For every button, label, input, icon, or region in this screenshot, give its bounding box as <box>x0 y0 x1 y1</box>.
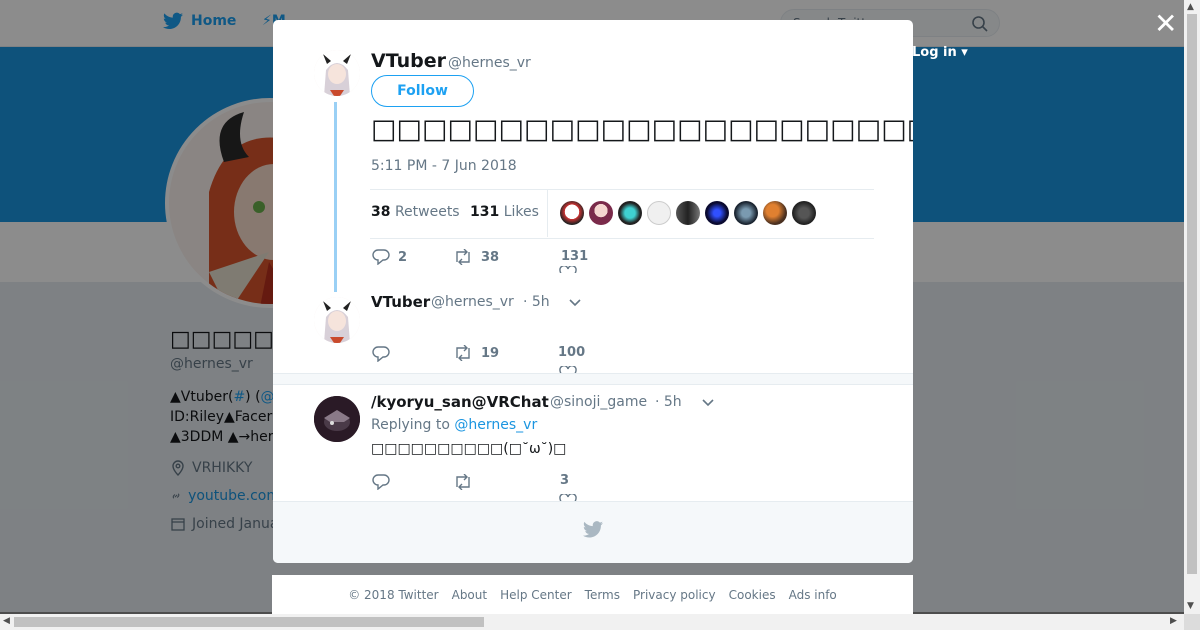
tweet-author-name[interactable]: VTuber <box>371 293 430 311</box>
retweet-action[interactable]: 38 <box>453 249 499 265</box>
like-count: 131 <box>561 249 589 264</box>
retweet-icon <box>456 474 470 490</box>
likes-stat[interactable]: 131 Likes <box>470 204 539 220</box>
login-link[interactable]: Log in ▾ <box>912 45 968 60</box>
reply-count: 2 <box>398 249 408 265</box>
liker-avatar[interactable] <box>763 201 787 225</box>
tweet-timestamp[interactable]: 5:11 PM - 7 Jun 2018 <box>371 158 517 174</box>
footer-link-ads-info[interactable]: Ads info <box>789 588 837 602</box>
horizontal-scrollbar-thumb[interactable] <box>14 617 484 627</box>
retweets-count: 38 <box>371 204 391 220</box>
thread-connector-line <box>334 102 337 292</box>
tweet-author-handle[interactable]: @sinoji_game <box>550 394 647 410</box>
retweet-action[interactable] <box>453 474 481 490</box>
like-count: 100 <box>558 345 586 360</box>
tweet-author-name[interactable]: VTuber <box>371 50 446 72</box>
replying-to-link[interactable]: @hernes_vr <box>454 417 537 433</box>
like-count: 3 <box>560 473 570 488</box>
tweet-author-avatar[interactable] <box>314 50 360 96</box>
retweet-count: 19 <box>481 345 500 361</box>
tweet-time[interactable]: · 5h <box>523 294 550 310</box>
reply-icon <box>372 346 390 362</box>
tweet-text: □□□□□□□□□□(□˘ω˘)□ <box>371 441 567 457</box>
footer-link-cookies[interactable]: Cookies <box>729 588 776 602</box>
close-modal-icon[interactable]: ✕ <box>1154 10 1177 38</box>
horizontal-scrollbar[interactable]: ◀ ▶ <box>0 614 1184 630</box>
tweet-modal: VTuber @hernes_vr Follow □□□□□□□□□□□□□□□… <box>273 20 913 563</box>
liker-avatar[interactable] <box>589 201 613 225</box>
retweets-label: Retweets <box>394 204 460 220</box>
scroll-left-arrow-icon[interactable]: ◀ <box>3 616 10 626</box>
liker-avatar[interactable] <box>560 201 584 225</box>
liker-avatars <box>560 201 816 225</box>
reply-action[interactable]: 2 <box>372 249 407 265</box>
avatar-illustration <box>314 396 360 442</box>
retweet-icon <box>456 249 470 265</box>
tweet-author-handle[interactable]: @hernes_vr <box>431 294 514 310</box>
reply-action[interactable] <box>372 346 398 362</box>
tweet-author-avatar[interactable] <box>314 396 360 442</box>
footer-links: © 2018 Twitter About Help Center Terms P… <box>272 575 913 614</box>
footer-link-help-center[interactable]: Help Center <box>500 588 572 602</box>
likes-count: 131 <box>470 204 500 220</box>
liker-avatar[interactable] <box>792 201 816 225</box>
retweet-icon <box>456 345 470 361</box>
modal-footer <box>273 501 913 563</box>
reply-icon <box>372 249 390 265</box>
liker-avatar[interactable] <box>676 201 700 225</box>
scroll-down-arrow-icon[interactable]: ▼ <box>1187 601 1194 611</box>
stats-divider <box>547 190 548 237</box>
footer-link-terms[interactable]: Terms <box>585 588 620 602</box>
retweet-count: 38 <box>481 249 500 265</box>
retweet-action[interactable]: 19 <box>453 345 499 361</box>
footer-copyright: © 2018 Twitter <box>348 587 439 602</box>
twitter-bird-icon <box>583 521 603 538</box>
vertical-scrollbar-thumb[interactable] <box>1187 14 1197 574</box>
retweets-stat[interactable]: 38 Retweets <box>371 204 460 220</box>
avatar-illustration <box>314 297 360 343</box>
footer-link-about[interactable]: About <box>452 588 487 602</box>
replying-prefix: Replying to <box>371 417 450 433</box>
avatar-illustration <box>314 50 360 96</box>
likes-label: Likes <box>503 204 539 220</box>
tweet-author-avatar[interactable] <box>314 297 360 343</box>
tweet-stats: 38 Retweets 131 Likes <box>370 189 874 239</box>
follow-button[interactable]: Follow <box>371 75 474 107</box>
tweet-text: □□□□□□□□□□□□□□□□□□□□□□□□□□□□□□□□□□□□□□□□… <box>371 114 913 145</box>
reply-action[interactable] <box>372 474 398 490</box>
thread-separator <box>273 373 913 385</box>
scrollbar-corner <box>1184 614 1200 630</box>
scroll-up-arrow-icon[interactable]: ▲ <box>1187 2 1194 12</box>
chevron-down-icon[interactable] <box>569 299 581 307</box>
liker-avatar[interactable] <box>705 201 729 225</box>
liker-avatar[interactable] <box>734 201 758 225</box>
replying-to: Replying to @hernes_vr <box>371 417 537 433</box>
tweet-author-handle[interactable]: @hernes_vr <box>448 55 531 71</box>
liker-avatar[interactable] <box>647 201 671 225</box>
tweet-time[interactable]: · 5h <box>655 394 682 410</box>
like-action[interactable]: 131 <box>558 249 588 280</box>
footer-link-privacy[interactable]: Privacy policy <box>633 588 716 602</box>
heart-icon <box>559 266 577 280</box>
chevron-down-icon[interactable] <box>702 399 714 407</box>
scroll-right-arrow-icon[interactable]: ▶ <box>1170 616 1177 626</box>
tweet-author-name[interactable]: /kyoryu_san@VRChat <box>371 393 549 411</box>
liker-avatar[interactable] <box>618 201 642 225</box>
vertical-scrollbar[interactable]: ▲ ▼ <box>1184 0 1200 614</box>
reply-icon <box>372 474 390 490</box>
